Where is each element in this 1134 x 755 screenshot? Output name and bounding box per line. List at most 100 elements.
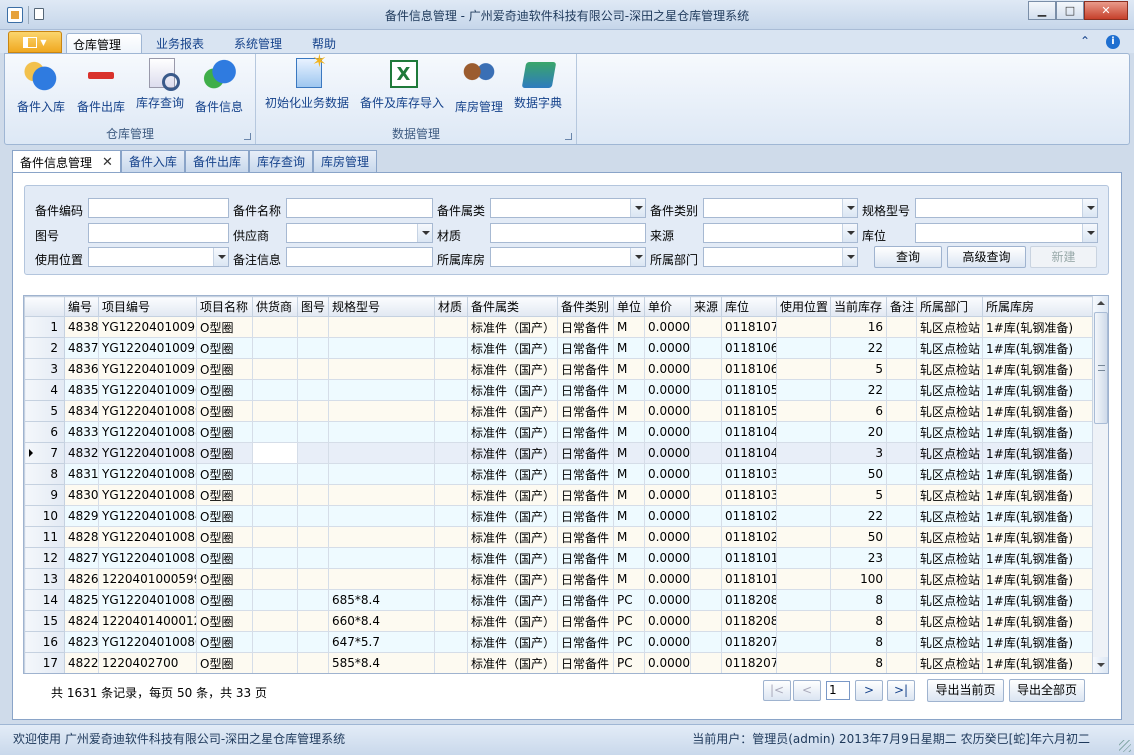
location-select[interactable] [915,223,1098,243]
table-cell[interactable]: 1#库(轧钢准备) [982,631,1093,653]
table-cell[interactable] [328,379,435,401]
table-cell[interactable]: 0118207 [721,652,777,673]
table-cell[interactable]: PC [613,631,645,653]
table-row[interactable]: 17 4822 1220402700 O型圈 585*8.4 标准件（国产） 日常备件 PC 0… [24,652,1093,673]
table-cell[interactable] [328,505,435,527]
table-cell[interactable] [434,484,468,506]
table-row[interactable]: 10 4829 YG12204010084 O型圈 标准件（国产） 日常备件 M 0.0000… [24,505,1093,527]
table-cell[interactable] [886,463,917,485]
table-cell[interactable] [886,505,917,527]
table-cell[interactable] [434,631,468,653]
table-cell[interactable]: YG12204010090 [98,379,197,401]
info-icon[interactable]: i [1106,35,1120,49]
table-cell[interactable] [434,505,468,527]
table-cell[interactable]: 100 [830,568,887,590]
table-cell[interactable]: O型圈 [196,358,253,380]
table-cell[interactable] [776,463,831,485]
table-cell[interactable]: 轧区点检站 [916,379,983,401]
table-row[interactable]: 14 4825 YG12204010081 O型圈 685*8.4 标准件（国产） 日常备件… [24,589,1093,611]
table-cell[interactable] [886,547,917,569]
table-cell[interactable] [328,316,435,338]
first-page-button[interactable]: |< [763,680,791,701]
table-cell[interactable]: 标准件（国产） [467,379,558,401]
table-cell[interactable]: 685*8.4 [328,589,435,611]
table-cell[interactable]: 16 [830,316,887,338]
row-number-cell[interactable]: 11 [24,526,65,548]
table-cell[interactable] [886,526,917,548]
table-cell[interactable] [690,400,722,422]
table-row[interactable]: 11 4828 YG12204010083 O型圈 标准件（国产） 日常备件 M 0.0000… [24,526,1093,548]
supplier-select[interactable] [286,223,433,243]
table-cell[interactable] [328,547,435,569]
table-cell[interactable]: 日常备件 [557,316,614,338]
table-cell[interactable]: 1#库(轧钢准备) [982,442,1093,464]
table-cell[interactable]: 0118107 [721,316,777,338]
table-cell[interactable] [252,316,298,338]
table-cell[interactable]: M [613,568,645,590]
table-cell[interactable]: 0.0000 [644,379,691,401]
table-cell[interactable]: 轧区点检站 [916,442,983,464]
table-cell[interactable]: 4835 [64,379,99,401]
table-cell[interactable]: 1220402700 [98,652,197,673]
table-cell[interactable]: O型圈 [196,463,253,485]
table-cell[interactable]: 1#库(轧钢准备) [982,568,1093,590]
table-cell[interactable]: 0.0000 [644,631,691,653]
table-cell[interactable] [297,442,329,464]
table-cell[interactable]: 647*5.7 [328,631,435,653]
table-cell[interactable] [776,337,831,359]
table-cell[interactable] [434,379,468,401]
table-cell[interactable]: 0118104 [721,421,777,443]
table-cell[interactable]: 标准件（国产） [467,568,558,590]
table-row[interactable]: 7 4832 YG12204010087 O型圈 标准件（国产） 日常备件 M 0.0000 0… [24,442,1093,464]
table-cell[interactable] [297,652,329,673]
table-cell[interactable] [776,421,831,443]
warehouse-room-button[interactable]: 库房管理 [455,58,503,115]
table-cell[interactable]: 1#库(轧钢准备) [982,463,1093,485]
table-cell[interactable]: 轧区点检站 [916,631,983,653]
table-cell[interactable]: 1#库(轧钢准备) [982,358,1093,380]
tab-system-management[interactable]: 系统管理 [228,33,288,54]
table-cell[interactable]: 22 [830,379,887,401]
column-header[interactable]: 备件类别 [557,296,614,317]
table-cell[interactable] [252,589,298,611]
table-cell[interactable]: 4828 [64,526,99,548]
table-cell[interactable]: 轧区点检站 [916,421,983,443]
table-cell[interactable]: 0.0000 [644,568,691,590]
table-cell[interactable]: M [613,421,645,443]
table-cell[interactable] [328,421,435,443]
table-cell[interactable]: YG12204010091 [98,358,197,380]
table-cell[interactable]: O型圈 [196,631,253,653]
table-cell[interactable]: 0.0000 [644,400,691,422]
table-cell[interactable]: 日常备件 [557,652,614,673]
column-header[interactable]: 单位 [613,296,645,317]
import-button[interactable]: 备件及库存导入 [360,58,444,111]
table-cell[interactable] [434,442,468,464]
table-cell[interactable] [690,505,722,527]
table-cell[interactable] [690,316,722,338]
table-cell[interactable] [776,400,831,422]
table-cell[interactable]: 3 [830,442,887,464]
table-cell[interactable]: YG12204010092 [98,337,197,359]
warehouse-select[interactable] [490,247,646,267]
table-cell[interactable]: 标准件（国产） [467,442,558,464]
table-cell[interactable] [690,442,722,464]
table-cell[interactable]: 8 [830,631,887,653]
table-cell[interactable] [690,379,722,401]
table-cell[interactable]: 4836 [64,358,99,380]
table-cell[interactable]: 轧区点检站 [916,358,983,380]
doc-tab-inventory-query[interactable]: 库存查询 [248,150,313,172]
scroll-down-icon[interactable] [1093,657,1108,673]
table-cell[interactable] [252,463,298,485]
table-cell[interactable]: 4837 [64,337,99,359]
table-row[interactable]: 13 4826 1220401000599 O型圈 标准件（国产） 日常备件 M 0.0000… [24,568,1093,590]
table-cell[interactable]: O型圈 [196,568,253,590]
table-cell[interactable] [690,463,722,485]
row-number-cell[interactable]: 15 [24,610,65,632]
row-number-cell[interactable]: 9 [24,484,65,506]
table-cell[interactable]: 日常备件 [557,421,614,443]
table-cell[interactable] [776,631,831,653]
table-cell[interactable]: 日常备件 [557,547,614,569]
table-cell[interactable]: 1#库(轧钢准备) [982,652,1093,673]
material-input[interactable] [490,223,646,243]
row-number-cell[interactable]: 2 [24,337,65,359]
